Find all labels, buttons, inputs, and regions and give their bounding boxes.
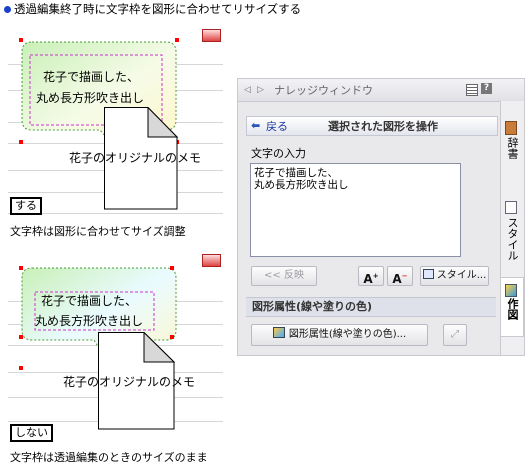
minimize-icon[interactable] xyxy=(202,29,221,42)
window-title: ナレッジウィンドウ xyxy=(274,84,373,97)
nav-forward-icon[interactable]: ▷ xyxy=(257,84,264,97)
label-off: しない xyxy=(10,424,53,442)
tab-drawing[interactable]: 作図 xyxy=(504,298,520,324)
style-button-label: スタイル... xyxy=(436,270,487,281)
description-on: 文字枠は図形に合わせてサイズ調整 xyxy=(10,225,186,238)
menu-icon[interactable] xyxy=(466,84,478,96)
shape-attr-button[interactable]: 図形属性(線や塗りの色)... xyxy=(251,324,428,346)
shape-attr-label: 図形属性(線や塗りの色)... xyxy=(288,329,407,340)
header-bullet-icon xyxy=(4,6,11,13)
memo-caption: 花子のオリジナルのメモ xyxy=(63,375,196,389)
tab-style[interactable]: スタイル xyxy=(504,217,520,265)
text-input-label: 文字の入力 xyxy=(251,147,306,160)
font-increase-button[interactable]: A+ xyxy=(358,266,384,286)
tab-dictionary-label: 辞書 xyxy=(506,137,519,159)
panel-title: 選択された図形を操作 xyxy=(328,120,438,133)
description-off: 文字枠は透過編集のときのサイズのまま xyxy=(10,451,208,464)
tab-drawing-label: 作図 xyxy=(506,298,519,320)
bubble-text-line-1: 花子で描画した、 xyxy=(43,70,140,84)
bubble-text-line-1: 花子で描画した、 xyxy=(41,294,138,308)
back-arrow-icon[interactable]: ⬅ xyxy=(251,119,260,132)
reflect-button[interactable]: << 反映 xyxy=(251,266,317,286)
bubble-text-line-2: 丸め長方形吹き出し xyxy=(36,91,145,105)
drawing-icon xyxy=(505,284,517,297)
tab-style-label: スタイル xyxy=(506,217,519,261)
section-title: 図形属性(線や塗りの色) xyxy=(252,300,373,313)
text-input-line-2: 丸め長方形吹き出し xyxy=(254,179,349,191)
style-tab-icon xyxy=(505,201,517,214)
back-link[interactable]: 戻る xyxy=(266,120,288,133)
page-title: 透過編集終了時に文字枠を図形に合わせてリサイズする xyxy=(14,2,302,16)
bubble-text-line-2: 丸め長方形吹き出し xyxy=(35,314,144,328)
knowledge-window: ◁ ▷ ナレッジウィンドウ ? ⬅ 戻る 選択された図形を操作 文字の入力 花子… xyxy=(237,78,525,356)
style-icon xyxy=(422,269,434,279)
resize-button[interactable]: ⤢ xyxy=(443,324,467,346)
palette-icon xyxy=(272,327,285,338)
tab-dictionary[interactable]: 辞書 xyxy=(504,137,520,163)
memo-caption: 花子のオリジナルのメモ xyxy=(69,151,202,165)
dictionary-icon xyxy=(505,121,517,135)
style-button[interactable]: スタイル... xyxy=(420,266,489,286)
label-on: する xyxy=(10,197,42,215)
nav-back-icon[interactable]: ◁ xyxy=(244,84,251,97)
help-icon[interactable]: ? xyxy=(481,83,492,94)
font-decrease-button[interactable]: A− xyxy=(387,266,413,286)
minimize-icon[interactable] xyxy=(202,254,221,267)
